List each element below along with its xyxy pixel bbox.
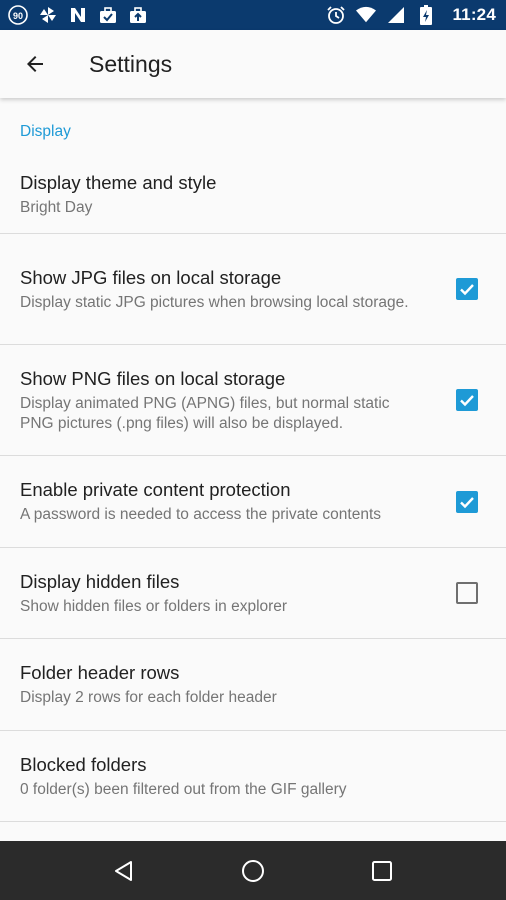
wifi-icon bbox=[356, 5, 377, 25]
svg-text:90: 90 bbox=[13, 11, 23, 21]
app-bar: Settings bbox=[0, 30, 506, 98]
signal-icon bbox=[386, 5, 406, 25]
nav-home-button[interactable] bbox=[229, 847, 277, 895]
pref-show-jpg[interactable]: Show JPG files on local storage Display … bbox=[0, 234, 506, 345]
briefcase-check-icon bbox=[98, 5, 118, 25]
pref-display-theme[interactable]: Display theme and style Bright Day bbox=[0, 156, 506, 234]
status-time: 11:24 bbox=[452, 5, 496, 24]
home-circle-icon bbox=[241, 859, 264, 882]
pref-summary: A password is needed to access the priva… bbox=[20, 506, 382, 523]
speed-90-icon: 90 bbox=[8, 5, 28, 25]
pref-title: Folder header rows bbox=[20, 662, 180, 683]
pref-hidden-files[interactable]: Display hidden files Show hidden files o… bbox=[0, 548, 506, 639]
pref-blocked-folders[interactable]: Blocked folders 0 folder(s) been filtere… bbox=[0, 731, 506, 822]
pref-title: Blocked folders bbox=[20, 753, 147, 775]
png-checkbox[interactable] bbox=[456, 389, 478, 411]
pref-summary: Display 2 rows for each folder header bbox=[20, 689, 277, 706]
hidden-files-checkbox[interactable] bbox=[456, 582, 478, 604]
recents-square-icon bbox=[371, 860, 392, 881]
status-bar-notifications: 90 bbox=[8, 5, 148, 25]
pref-summary: Display static JPG pictures when browsin… bbox=[20, 293, 409, 311]
status-bar: 90 11:24 bbox=[0, 0, 506, 30]
n-logo-icon bbox=[68, 5, 88, 25]
section-header-display: Display bbox=[20, 123, 71, 140]
page-title: Settings bbox=[89, 50, 173, 77]
check-icon bbox=[460, 395, 474, 407]
briefcase-upload-icon bbox=[128, 5, 148, 25]
navigation-bar bbox=[0, 841, 506, 900]
pinwheel-icon bbox=[38, 5, 58, 25]
pref-title: Enable private content protection bbox=[20, 479, 291, 500]
jpg-checkbox[interactable] bbox=[456, 278, 478, 300]
pref-show-png[interactable]: Show PNG files on local storage Display … bbox=[0, 345, 506, 456]
alarm-icon bbox=[326, 5, 346, 25]
settings-screen: 90 11:24 Settings Display Display theme … bbox=[0, 0, 506, 900]
check-icon bbox=[460, 496, 474, 508]
pref-private-protection[interactable]: Enable private content protection A pass… bbox=[0, 456, 506, 548]
back-triangle-icon bbox=[115, 860, 133, 881]
pref-title: Show JPG files on local storage bbox=[20, 266, 282, 288]
battery-charging-icon bbox=[416, 5, 436, 25]
pref-title: Show PNG files on local storage bbox=[20, 367, 286, 389]
pref-summary: Bright Day bbox=[20, 199, 93, 216]
pref-title: Display theme and style bbox=[20, 172, 217, 193]
private-protection-checkbox[interactable] bbox=[456, 490, 478, 513]
nav-back-button[interactable] bbox=[100, 847, 148, 895]
arrow-back-icon bbox=[27, 56, 43, 72]
pref-summary: 0 folder(s) been filtered out from the G… bbox=[20, 780, 347, 798]
pref-summary: Show hidden files or folders in explorer bbox=[20, 597, 288, 615]
settings-list[interactable]: Display Display theme and style Bright D… bbox=[0, 98, 506, 841]
status-bar-system: 11:24 bbox=[326, 5, 496, 25]
pref-folder-header-rows[interactable]: Folder header rows Display 2 rows for ea… bbox=[0, 639, 506, 731]
nav-recents-button[interactable] bbox=[358, 847, 406, 895]
back-button[interactable] bbox=[11, 40, 59, 88]
pref-title: Display hidden files bbox=[20, 570, 180, 592]
pref-summary: Display animated PNG (APNG) files, but n… bbox=[20, 394, 390, 432]
check-icon bbox=[460, 284, 474, 296]
